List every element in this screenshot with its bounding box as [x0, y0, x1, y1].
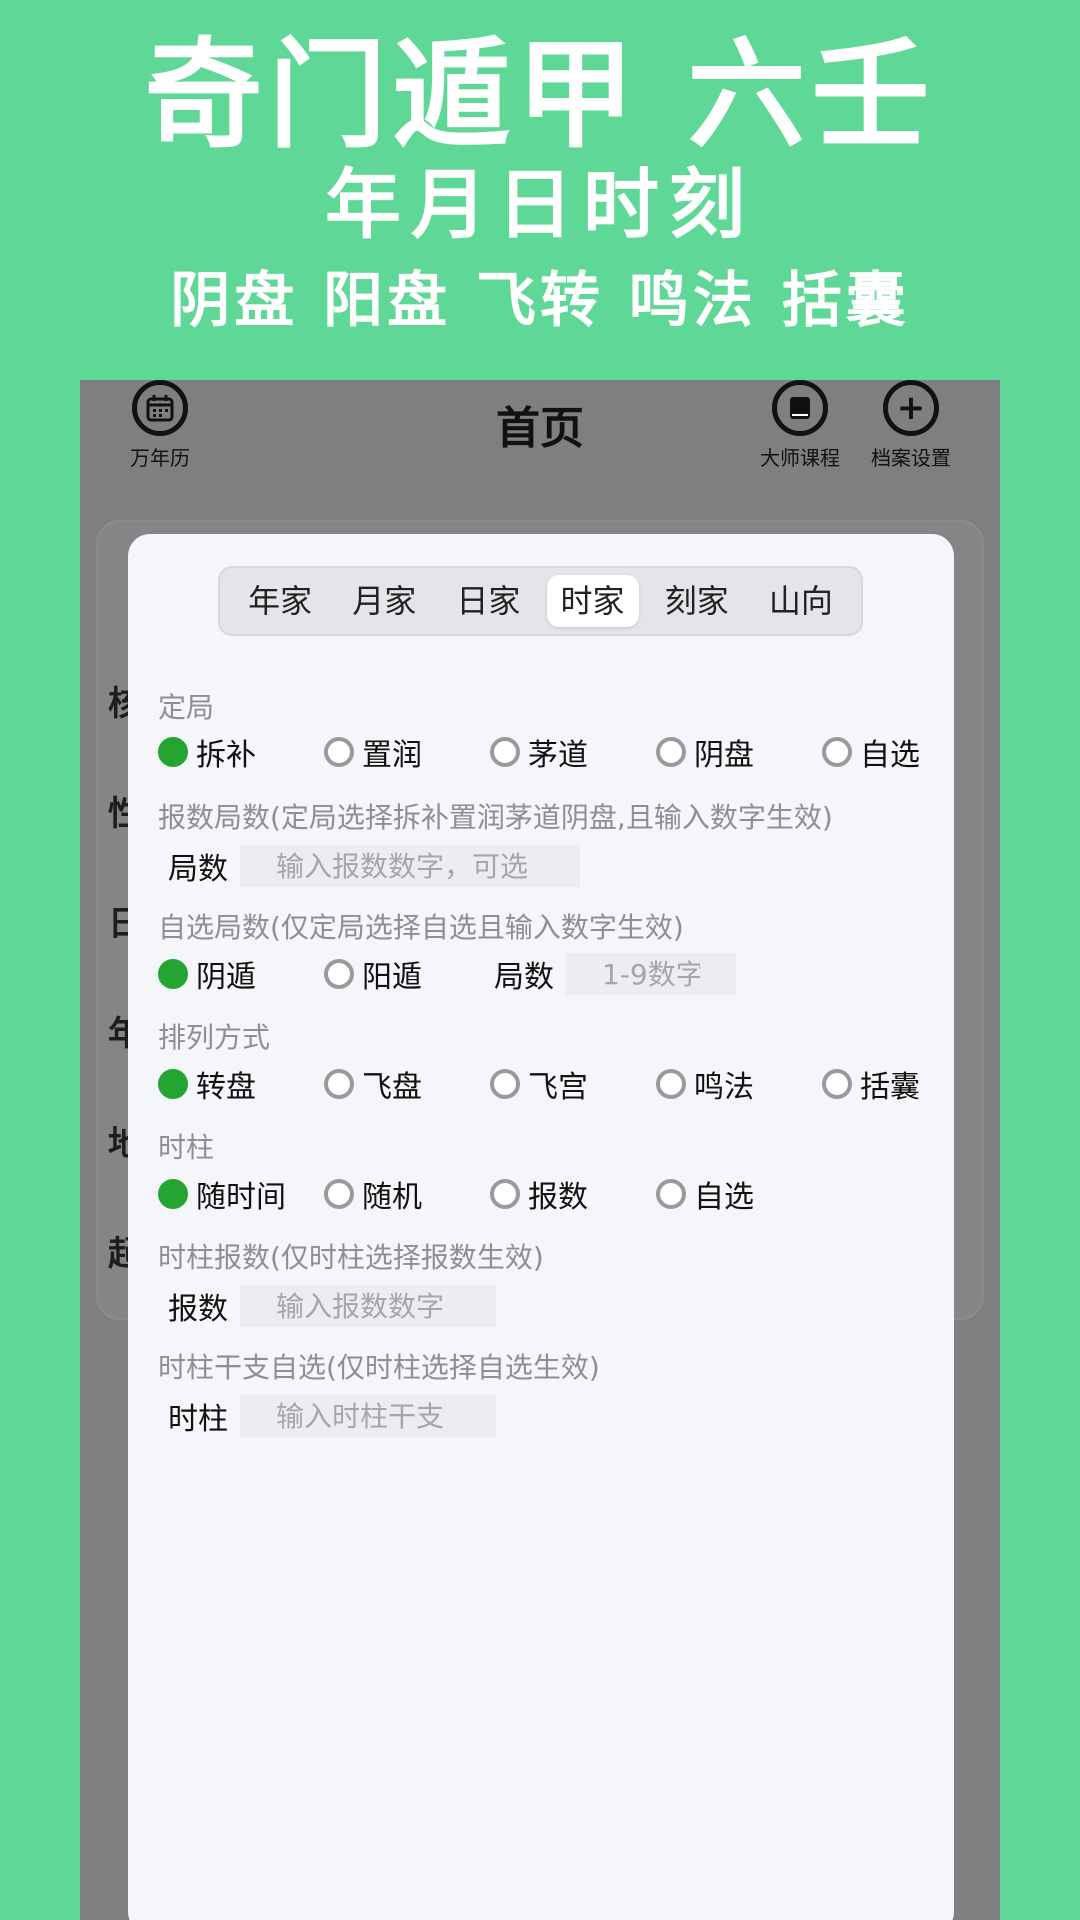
radio-suishijian[interactable]: 随时间 [158, 1172, 286, 1216]
radio-dot [656, 737, 686, 767]
field-label: 时柱 [168, 1402, 228, 1437]
jushu-input[interactable] [240, 845, 580, 887]
radio-label: 随机 [362, 1180, 422, 1215]
radio-dot [158, 737, 188, 767]
section-label-dingju: 定局 [158, 691, 215, 724]
radio-label: 茅道 [528, 738, 588, 773]
radio-group-pailie: 转盘 飞盘 飞宫 鸣法 括囊 [158, 1062, 938, 1106]
shizhu-ganzhi-input[interactable] [240, 1395, 496, 1437]
tab-rijia[interactable]: 日家 [442, 575, 534, 627]
section-label-pailie: 排列方式 [158, 1021, 271, 1054]
radio-label: 飞盘 [362, 1070, 422, 1105]
page-title: 首页 [496, 403, 584, 454]
radio-dot [490, 737, 520, 767]
zixuan-jushu-input[interactable] [566, 953, 736, 995]
shizhu-baoshu-input[interactable] [240, 1285, 496, 1327]
course-label: 大师课程 [760, 446, 840, 470]
radio-kuonang[interactable]: 括囊 [822, 1062, 920, 1106]
tab-shanxiang[interactable]: 山向 [755, 575, 847, 627]
radio-label: 鸣法 [694, 1070, 754, 1105]
radio-zhuanpan[interactable]: 转盘 [158, 1062, 256, 1106]
book-icon [772, 380, 828, 436]
field-label: 报数 [168, 1292, 228, 1327]
radio-label: 转盘 [196, 1070, 256, 1105]
archive-settings-button[interactable]: + 档案设置 [871, 380, 951, 471]
radio-label: 随时间 [196, 1180, 286, 1215]
field-row-shizhu-baoshu: 报数 [168, 1284, 496, 1328]
course-button[interactable]: 大师课程 [760, 380, 840, 471]
field-row-jushu: 局数 [168, 844, 580, 888]
promo-headline: 奇门遁甲 六壬 [144, 26, 936, 164]
radio-dot [158, 959, 188, 989]
field-row-zixuan-jushu: 局数 [494, 952, 736, 996]
radio-suiji[interactable]: 随机 [324, 1172, 422, 1216]
promo-features: 阴盘 阳盘 飞转 鸣法 括囊 [170, 266, 910, 336]
tab-yuejia[interactable]: 月家 [338, 575, 430, 627]
radio-baoshu[interactable]: 报数 [490, 1172, 588, 1216]
settings-modal: 年家 月家 日家 时家 刻家 山向 定局 拆补 置润 茅道 阴盘 自选 报数局数… [128, 534, 954, 1920]
radio-yindun[interactable]: 阴遁 [158, 952, 256, 996]
radio-dot [490, 1069, 520, 1099]
section-label-baoshu-jushu: 报数局数(定局选择拆补置润茅道阴盘,且输入数字生效) [158, 801, 833, 834]
radio-maodao[interactable]: 茅道 [490, 730, 588, 774]
radio-group-dingju: 拆补 置润 茅道 阴盘 自选 [158, 730, 938, 774]
radio-yinpan[interactable]: 阴盘 [656, 730, 754, 774]
radio-yangdun[interactable]: 阳遁 [324, 952, 422, 996]
radio-label: 拆补 [196, 738, 256, 773]
section-label-shizhu-ganzhi: 时柱干支自选(仅时柱选择自选生效) [158, 1351, 600, 1384]
radio-label: 阴遁 [196, 960, 256, 995]
radio-dot [822, 737, 852, 767]
radio-dot [158, 1179, 188, 1209]
radio-chaibu[interactable]: 拆补 [158, 730, 256, 774]
radio-feipan[interactable]: 飞盘 [324, 1062, 422, 1106]
section-label-shizhu: 时柱 [158, 1131, 215, 1164]
top-bar: 万年历 首页 大师课程 + 档案设置 [80, 380, 1000, 490]
segmented-control: 年家 月家 日家 时家 刻家 山向 [218, 566, 863, 636]
field-row-shizhu-ganzhi: 时柱 [168, 1394, 496, 1438]
radio-label: 自选 [694, 1180, 754, 1215]
field-label: 局数 [494, 960, 554, 995]
radio-zixuan[interactable]: 自选 [822, 730, 920, 774]
radio-label: 阳遁 [362, 960, 422, 995]
radio-dot [656, 1179, 686, 1209]
plus-icon: + [883, 380, 939, 436]
radio-dot [324, 737, 354, 767]
radio-dot [324, 959, 354, 989]
radio-label: 飞宫 [528, 1070, 588, 1105]
archive-settings-label: 档案设置 [871, 446, 951, 470]
radio-label: 括囊 [860, 1070, 920, 1105]
radio-mingfa[interactable]: 鸣法 [656, 1062, 754, 1106]
tab-kejia[interactable]: 刻家 [651, 575, 743, 627]
tab-nianjia[interactable]: 年家 [234, 575, 326, 627]
radio-label: 置润 [362, 738, 422, 773]
field-label: 局数 [168, 852, 228, 887]
radio-label: 阴盘 [694, 738, 754, 773]
radio-zhirun[interactable]: 置润 [324, 730, 422, 774]
radio-group-shizhu: 随时间 随机 报数 自选 [158, 1172, 938, 1216]
section-label-zixuan-jushu: 自选局数(仅定局选择自选且输入数字生效) [158, 911, 684, 944]
radio-dot [324, 1069, 354, 1099]
radio-dot [324, 1179, 354, 1209]
section-label-shizhu-baoshu: 时柱报数(仅时柱选择报数生效) [158, 1241, 544, 1274]
tab-shijia[interactable]: 时家 [546, 575, 639, 627]
radio-dot [490, 1179, 520, 1209]
promo-subheadline: 年月日时刻 [325, 160, 755, 249]
radio-shizhu-zixuan[interactable]: 自选 [656, 1172, 754, 1216]
radio-dot [656, 1069, 686, 1099]
radio-label: 报数 [528, 1180, 588, 1215]
radio-dot [822, 1069, 852, 1099]
radio-dot [158, 1069, 188, 1099]
radio-feigong[interactable]: 飞宫 [490, 1062, 588, 1106]
radio-label: 自选 [860, 738, 920, 773]
